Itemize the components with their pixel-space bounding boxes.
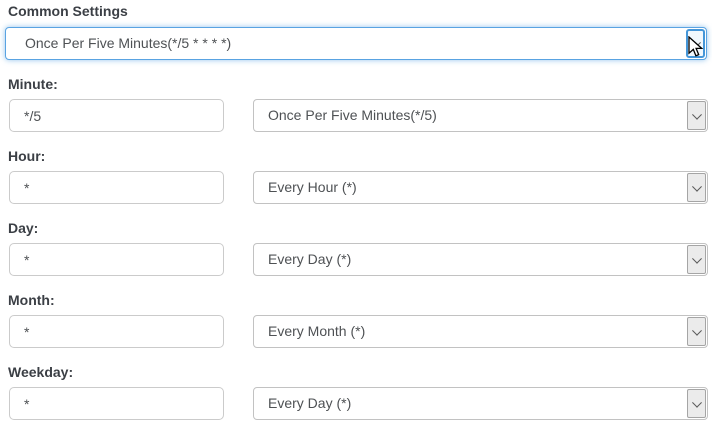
common-settings-select-value: Once Per Five Minutes(*/5 * * * *) — [25, 28, 231, 59]
hour-row: Hour: Every Hour (*) — [0, 146, 712, 206]
minute-input[interactable] — [9, 99, 224, 132]
minute-select-value: Once Per Five Minutes(*/5) — [268, 100, 437, 131]
cron-settings-page: { "common_settings": { "label": "Common … — [0, 0, 712, 429]
month-input[interactable] — [9, 315, 224, 348]
day-input[interactable] — [9, 243, 224, 276]
day-label: Day: — [8, 220, 38, 237]
month-row: Month: Every Month (*) — [0, 290, 712, 350]
hour-select-value: Every Hour (*) — [268, 172, 357, 203]
hour-select[interactable]: Every Hour (*) — [253, 171, 708, 204]
hour-input[interactable] — [9, 171, 224, 204]
month-select[interactable]: Every Month (*) — [253, 315, 708, 348]
weekday-input[interactable] — [9, 387, 224, 420]
weekday-select[interactable]: Every Day (*) — [253, 387, 708, 420]
common-settings-label: Common Settings — [8, 3, 128, 20]
chevron-down-icon — [692, 181, 702, 191]
chevron-down-icon — [692, 325, 702, 335]
day-select-button[interactable] — [687, 245, 706, 274]
chevron-down-icon — [692, 109, 702, 119]
common-settings-select-button[interactable] — [686, 29, 705, 58]
minute-row: Minute: Once Per Five Minutes(*/5) — [0, 74, 712, 134]
minute-label: Minute: — [8, 76, 58, 93]
month-label: Month: — [8, 292, 55, 309]
weekday-label: Weekday: — [8, 364, 73, 381]
chevron-down-icon — [691, 37, 701, 47]
day-select-value: Every Day (*) — [268, 244, 351, 275]
hour-select-button[interactable] — [687, 173, 706, 202]
chevron-down-icon — [692, 397, 702, 407]
minute-select[interactable]: Once Per Five Minutes(*/5) — [253, 99, 708, 132]
weekday-select-value: Every Day (*) — [268, 388, 351, 419]
day-select[interactable]: Every Day (*) — [253, 243, 708, 276]
day-row: Day: Every Day (*) — [0, 218, 712, 278]
weekday-row: Weekday: Every Day (*) — [0, 362, 712, 422]
chevron-down-icon — [692, 253, 702, 263]
month-select-button[interactable] — [687, 317, 706, 346]
minute-select-button[interactable] — [687, 101, 706, 130]
weekday-select-button[interactable] — [687, 389, 706, 418]
common-settings-select[interactable]: Once Per Five Minutes(*/5 * * * *) — [5, 27, 707, 60]
month-select-value: Every Month (*) — [268, 316, 365, 347]
hour-label: Hour: — [8, 148, 45, 165]
